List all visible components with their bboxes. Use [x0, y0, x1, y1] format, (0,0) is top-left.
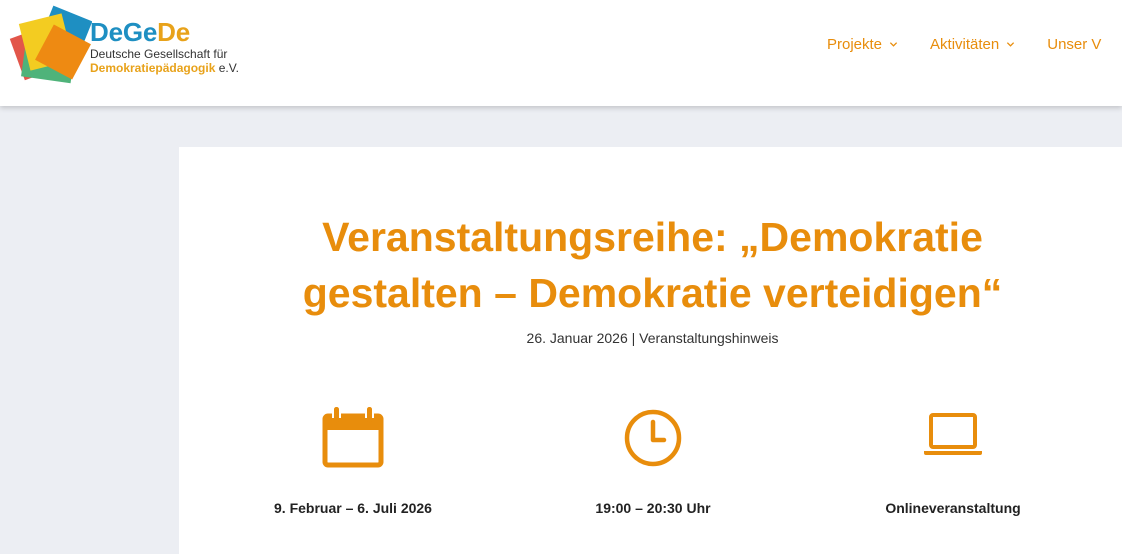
logo-title-part2: De — [157, 17, 190, 47]
logo-subtitle-line1: Deutsche Gesellschaft für — [90, 47, 228, 61]
info-time-label: 19:00 – 20:30 Uhr — [595, 500, 711, 516]
nav-item-unser-verein[interactable]: Unser V — [1047, 36, 1101, 53]
clock-icon — [624, 409, 682, 467]
article-title-line1: Veranstaltungsreihe: „Demokratie — [322, 214, 983, 260]
site-header: DeGeDe Deutsche Gesellschaft für Demokra… — [0, 0, 1122, 106]
article-meta: 26. Januar 2026 | Veranstaltungshinweis — [179, 330, 1122, 346]
article-date: 26. Januar 2026 — [526, 330, 628, 346]
main-nav: Projekte Aktivitäten Unser V — [827, 36, 1122, 53]
site-logo[interactable]: DeGeDe Deutsche Gesellschaft für Demokra… — [6, 4, 246, 90]
meta-separator: | — [627, 330, 640, 346]
laptop-icon — [924, 413, 982, 455]
article-title: Veranstaltungsreihe: „Demokratie gestalt… — [179, 209, 1122, 321]
logo-title: DeGeDe — [90, 18, 239, 46]
nav-item-projekte[interactable]: Projekte — [827, 36, 898, 53]
nav-item-label: Aktivitäten — [930, 36, 1000, 53]
logo-mark-icon — [9, 5, 92, 84]
info-format: Onlineveranstaltung — [833, 407, 1073, 516]
logo-title-part1: DeGe — [90, 17, 158, 47]
logo-subtitle-line2: Demokratiepädagogik e.V. — [90, 61, 239, 75]
article-category-link[interactable]: Veranstaltungshinweis — [639, 330, 778, 346]
info-date-range: 9. Februar – 6. Juli 2026 — [233, 407, 473, 516]
nav-item-label: Unser V — [1047, 36, 1102, 53]
chevron-down-icon — [889, 42, 898, 47]
nav-item-label: Projekte — [827, 36, 883, 53]
nav-item-aktivitaeten[interactable]: Aktivitäten — [930, 36, 1015, 53]
info-date-range-label: 9. Februar – 6. Juli 2026 — [274, 500, 432, 516]
article-card: Veranstaltungsreihe: „Demokratie gestalt… — [179, 147, 1122, 554]
article-title-line2: gestalten – Demokratie verteidigen“ — [302, 270, 1003, 316]
calendar-icon — [322, 407, 384, 468]
logo-subtitle-rest: e.V. — [215, 61, 239, 75]
info-time: 19:00 – 20:30 Uhr — [533, 407, 773, 516]
logo-wordmark: DeGeDe Deutsche Gesellschaft für Demokra… — [90, 18, 239, 75]
chevron-down-icon — [1007, 42, 1015, 47]
logo-subtitle-accent: Demokratiepädagogik — [90, 61, 216, 75]
info-format-label: Onlineveranstaltung — [885, 500, 1021, 516]
